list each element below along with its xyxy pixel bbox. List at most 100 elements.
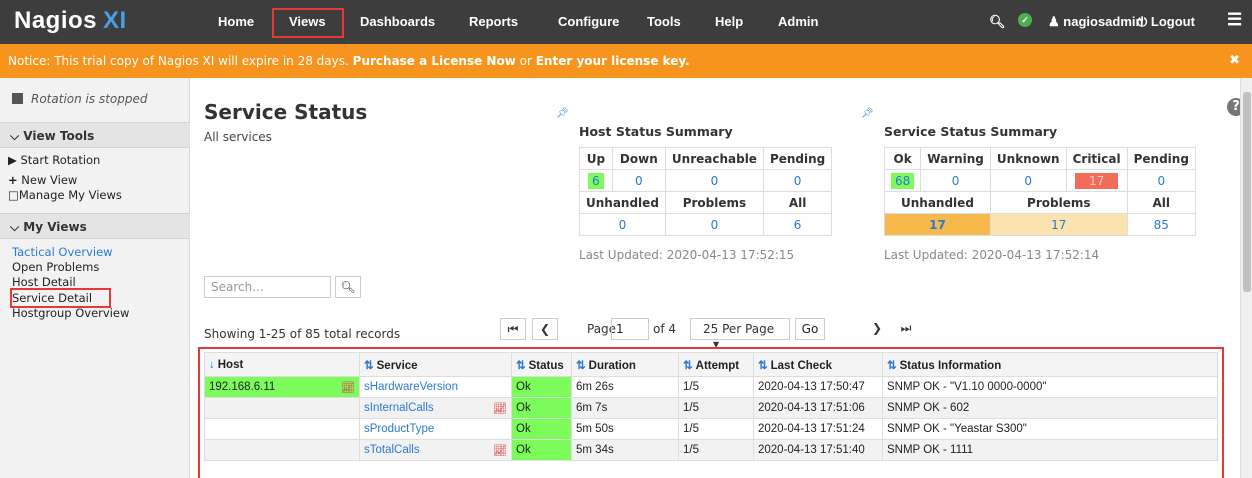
search-input[interactable]: Search... <box>204 276 331 298</box>
last-page-button[interactable]: ⏭ <box>893 318 919 340</box>
close-notice-icon[interactable]: ✖ <box>1229 53 1240 68</box>
new-view-label: New View <box>21 173 78 187</box>
nav-help[interactable]: Help <box>715 14 743 29</box>
new-view-link[interactable]: + New View <box>8 173 77 187</box>
host-cell <box>204 439 360 461</box>
page-input[interactable]: 1 <box>611 318 649 340</box>
logout-link[interactable]: ⏻ Logout <box>1137 14 1195 30</box>
next-page-button[interactable]: ❯ <box>864 318 890 340</box>
col-status-info[interactable]: ⇅ Status Information <box>882 352 1218 377</box>
hs-all-value[interactable]: 6 <box>762 213 833 236</box>
hs-down-value[interactable]: 0 <box>611 169 666 192</box>
sort-icon: ⇅ <box>758 359 768 372</box>
col-duration[interactable]: ⇅ Duration <box>571 352 679 377</box>
ss-pending-value[interactable]: 0 <box>1126 169 1196 192</box>
host-link[interactable]: 192.168.6.11 <box>209 381 275 393</box>
graph-icon[interactable]: 📈︎ <box>493 444 507 457</box>
rotation-label: Rotation is stopped <box>31 92 148 106</box>
ss-head-critical: Critical <box>1065 147 1128 170</box>
ss-head-unhandled: Unhandled <box>884 191 991 214</box>
nav-dashboards[interactable]: Dashboards <box>360 14 435 29</box>
nav-home[interactable]: Home <box>218 14 254 29</box>
ss-head-warning: Warning <box>920 147 991 170</box>
search-icon[interactable]: 🔍︎ <box>989 14 1006 30</box>
username: nagiosadmin <box>1063 14 1144 29</box>
table-row: 192.168.6.11 📈︎ sHardwareVersion Ok 6m 26… <box>204 376 1218 398</box>
graph-icon[interactable]: 📈︎ <box>341 381 355 394</box>
col-service[interactable]: ⇅ Service <box>359 352 512 377</box>
ss-problems-value[interactable]: 17 <box>989 213 1128 236</box>
col-status-label: Status <box>528 359 564 372</box>
pin-icon[interactable]: 📌︎ <box>556 108 569 119</box>
hs-head-up: Up <box>579 147 613 170</box>
table-header-row: ↓ Host ⇅ Service ⇅ Status ⇅ Duration ⇅ Attemp… <box>204 352 1218 377</box>
go-button[interactable]: Go <box>795 318 825 340</box>
view-hostgroup-overview[interactable]: Hostgroup Overview <box>12 306 129 320</box>
hs-unhandled-value[interactable]: 0 <box>579 213 666 236</box>
col-attempt[interactable]: ⇅ Attempt <box>678 352 754 377</box>
rotation-status[interactable]: Rotation is stopped <box>12 92 147 106</box>
status-ok-icon[interactable]: ✓ <box>1018 13 1032 27</box>
attempt-cell: 1/5 <box>678 397 754 419</box>
last-check-cell: 2020-04-13 17:50:47 <box>753 376 883 398</box>
view-open-problems[interactable]: Open Problems <box>12 260 99 274</box>
col-status[interactable]: ⇅ Status <box>511 352 572 377</box>
status-cell: Ok <box>511 418 572 440</box>
service-link[interactable]: sHardwareVersion <box>364 381 458 393</box>
view-tools-label: View Tools <box>23 129 95 143</box>
col-last-check[interactable]: ⇅ Last Check <box>753 352 883 377</box>
notice-text: Notice: This trial copy of Nagios XI wil… <box>8 54 349 68</box>
scrollbar[interactable] <box>1240 78 1252 478</box>
duration-cell: 5m 34s <box>571 439 679 461</box>
nav-configure[interactable]: Configure <box>558 14 619 29</box>
manage-views-link[interactable]: □Manage My Views <box>8 188 122 202</box>
ss-unhandled-value[interactable]: 17 <box>884 213 991 236</box>
col-duration-label: Duration <box>588 359 636 372</box>
user-menu[interactable]: ♟ nagiosadmin <box>1048 14 1143 30</box>
ss-unknown-value[interactable]: 0 <box>989 169 1067 192</box>
sort-icon: ↓ <box>209 358 215 371</box>
hs-unreachable-value[interactable]: 0 <box>664 169 764 192</box>
service-link[interactable]: sInternalCalls <box>364 402 434 414</box>
service-summary-table: Ok Warning Unknown Critical Pending 68 0… <box>883 147 1196 236</box>
hs-pending-value[interactable]: 0 <box>762 169 833 192</box>
nav-reports[interactable]: Reports <box>469 14 518 29</box>
ss-all-value[interactable]: 85 <box>1126 213 1196 236</box>
ss-critical-value[interactable]: 17 <box>1074 172 1119 189</box>
hs-problems-value[interactable]: 0 <box>664 213 764 236</box>
view-host-detail[interactable]: Host Detail <box>12 275 76 289</box>
my-views-header[interactable]: ⌵ My Views <box>0 213 190 239</box>
first-page-button[interactable]: ⏮ <box>500 318 526 340</box>
pin-icon[interactable]: 📌︎ <box>861 108 874 119</box>
last-check-cell: 2020-04-13 17:51:06 <box>753 397 883 419</box>
table-row: sInternalCalls 📈︎ Ok 6m 7s 1/5 2020-04-13… <box>204 397 1218 419</box>
duration-cell: 5m 50s <box>571 418 679 440</box>
per-page-select[interactable]: 25 Per Page ▼ <box>690 318 790 349</box>
start-rotation-link[interactable]: ▶ Start Rotation <box>8 153 100 167</box>
hs-up-value[interactable]: 6 <box>588 172 604 189</box>
ss-warning-value[interactable]: 0 <box>920 169 991 192</box>
nav-admin[interactable]: Admin <box>778 14 818 29</box>
sort-icon: ⇅ <box>576 359 586 372</box>
search-button[interactable]: 🔍︎ <box>335 276 361 298</box>
hamburger-menu-icon[interactable]: ☰ <box>1227 10 1242 30</box>
col-host[interactable]: ↓ Host <box>204 352 360 377</box>
service-cell: sHardwareVersion <box>359 376 512 398</box>
col-service-label: Service <box>376 359 418 372</box>
view-tools-header[interactable]: ⌵ View Tools <box>0 122 190 148</box>
scrollbar-thumb[interactable] <box>1243 92 1251 292</box>
service-link[interactable]: sTotalCalls <box>364 444 420 456</box>
view-tactical-overview[interactable]: Tactical Overview <box>12 245 113 259</box>
graph-icon[interactable]: 📈︎ <box>493 402 507 415</box>
nav-tools[interactable]: Tools <box>647 14 681 29</box>
prev-page-button[interactable]: ❮ <box>532 318 558 340</box>
purchase-license-link[interactable]: Purchase a License Now <box>353 54 516 68</box>
ss-ok-value[interactable]: 68 <box>891 172 915 189</box>
host-cell[interactable]: 192.168.6.11 📈︎ <box>204 376 360 398</box>
nagios-logo[interactable]: Nagios XI <box>14 7 127 35</box>
enter-license-link[interactable]: Enter your license key. <box>536 54 690 68</box>
stop-icon <box>12 93 23 104</box>
col-last-check-label: Last Check <box>770 359 832 372</box>
status-cell: Ok <box>511 376 572 398</box>
service-link[interactable]: sProductType <box>364 423 434 435</box>
